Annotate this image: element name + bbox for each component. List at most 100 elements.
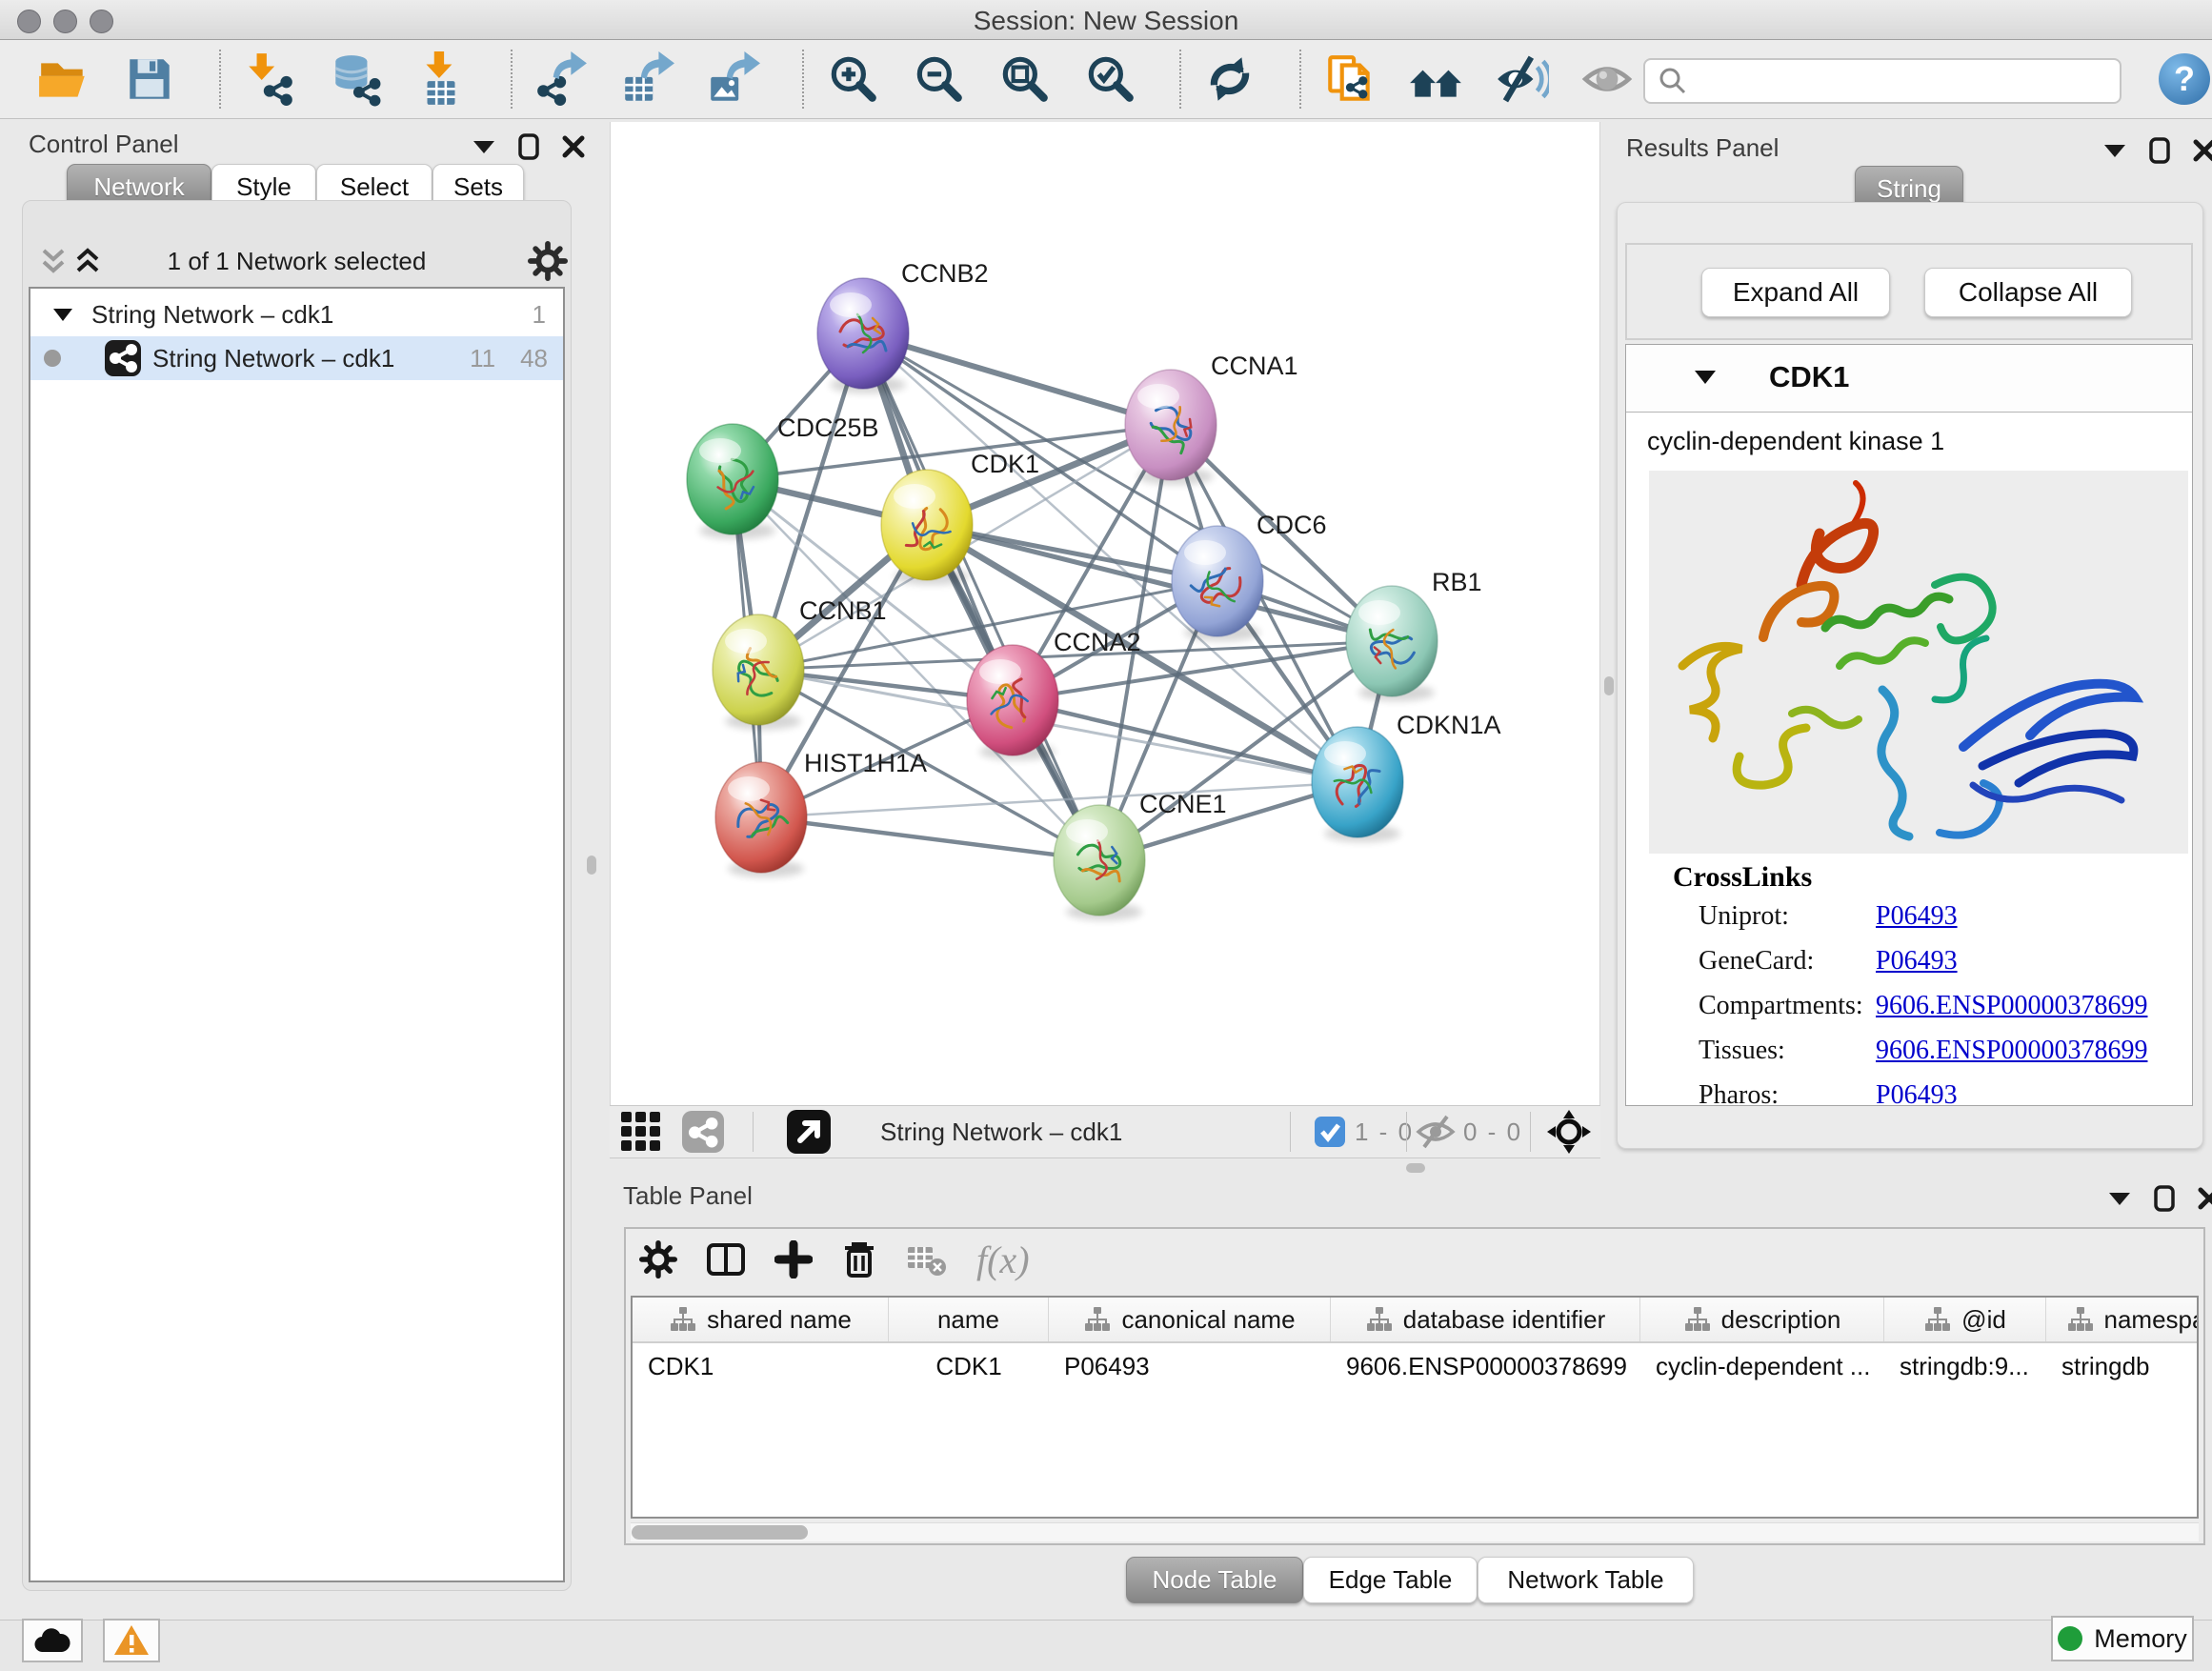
network-edge-HIST1H1A-CCNE1[interactable]: [761, 817, 1099, 860]
folder-open-icon[interactable]: [36, 51, 91, 107]
scrollbar-thumb[interactable]: [632, 1525, 808, 1540]
memory-label: Memory: [2094, 1624, 2187, 1654]
import-table-icon[interactable]: [413, 51, 469, 107]
column-header-name[interactable]: name: [889, 1298, 1049, 1341]
column-header--id[interactable]: @id: [1884, 1298, 2046, 1341]
zoom-out-icon[interactable]: [911, 51, 966, 107]
network-node-CCNE1[interactable]: CCNE1: [1054, 790, 1227, 920]
network-edge-CCNB2-CCNA1[interactable]: [863, 333, 1171, 425]
table-settings-gear-icon[interactable]: [639, 1240, 677, 1278]
control-panel-window-icon[interactable]: [517, 133, 540, 160]
network-share-icon[interactable]: [682, 1106, 724, 1158]
column-header-namespac[interactable]: namespac: [2046, 1298, 2199, 1341]
table-panel-float-icon[interactable]: [2107, 1189, 2132, 1208]
table-row[interactable]: CDK1CDK1P064939606.ENSP00000378699cyclin…: [633, 1343, 2197, 1389]
hide-results-icon[interactable]: [1494, 51, 1549, 107]
warnings-button[interactable]: [103, 1619, 160, 1662]
table-toolbar: f(x): [639, 1237, 1030, 1282]
help-glyph: ?: [2174, 59, 2195, 99]
home-icon[interactable]: [1408, 51, 1463, 107]
selected-checkbox-icon[interactable]: [1315, 1106, 1345, 1158]
table-panel-window-icon[interactable]: [2153, 1185, 2176, 1212]
network-node-CCNB1[interactable]: CCNB1: [713, 596, 887, 730]
results-panel-window-icon[interactable]: [2148, 137, 2171, 164]
toolbar-divider: [1179, 50, 1181, 109]
help-button[interactable]: ?: [2159, 53, 2210, 105]
crosslink-value-link[interactable]: 9606.ENSP00000378699: [1876, 991, 2147, 1021]
left-splitter-handle[interactable]: [587, 856, 596, 875]
column-header-database-identifier[interactable]: database identifier: [1331, 1298, 1640, 1341]
search-box[interactable]: [1643, 58, 2122, 104]
column-header-description[interactable]: description: [1640, 1298, 1884, 1341]
collection-count: 1: [533, 300, 546, 330]
network-node-CDKN1A[interactable]: CDKN1A: [1312, 711, 1501, 842]
network-node-CDC6[interactable]: CDC6: [1172, 511, 1327, 641]
hidden-counts: 0 - 0: [1463, 1106, 1522, 1158]
node-label-CDC6: CDC6: [1257, 511, 1327, 539]
birdseye-grid-icon[interactable]: [621, 1106, 661, 1158]
column-header-canonical-name[interactable]: canonical name: [1049, 1298, 1331, 1341]
results-panel-close-icon[interactable]: [2192, 138, 2212, 163]
table-panel-close-icon[interactable]: [2197, 1186, 2212, 1211]
network-column-icon: [1683, 1307, 1712, 1332]
memory-button[interactable]: Memory: [2051, 1616, 2194, 1661]
tab-node-table[interactable]: Node Table: [1126, 1557, 1303, 1603]
results-panel-title: Results Panel: [1626, 133, 1779, 163]
results-panel-float-icon[interactable]: [2102, 141, 2127, 160]
cloud-status-button[interactable]: [22, 1619, 83, 1662]
network-tree: String Network – cdk1 1 String Network –…: [29, 287, 565, 1582]
network-view-canvas[interactable]: CCNB2 CCNA1 CDC25B: [610, 122, 1600, 1105]
crosslink-value-link[interactable]: 9606.ENSP00000378699: [1876, 1036, 2147, 1066]
export-image-icon[interactable]: [705, 51, 760, 107]
tree-caret-icon[interactable]: [51, 305, 74, 324]
results-button-strip: Expand All Collapse All: [1625, 243, 2193, 340]
network-tree-child-row[interactable]: String Network – cdk1 11 48: [30, 336, 563, 380]
delete-column-trash-icon[interactable]: [841, 1239, 877, 1279]
zoom-fit-icon[interactable]: [996, 51, 1052, 107]
collapse-all-button[interactable]: Collapse All: [1924, 268, 2132, 317]
network-list-box: 1 of 1 Network selected String Network –…: [22, 200, 572, 1591]
gene-entry-header[interactable]: CDK1: [1626, 345, 2192, 413]
hidden-eye-slash-icon[interactable]: [1416, 1106, 1456, 1158]
network-node-CCNB2[interactable]: CCNB2: [817, 259, 989, 393]
save-icon[interactable]: [122, 51, 177, 107]
tab-edge-table[interactable]: Edge Table: [1303, 1557, 1478, 1603]
refresh-icon[interactable]: [1202, 51, 1257, 107]
table-tabs: Node TableEdge TableNetwork Table: [1126, 1557, 1694, 1603]
zoom-in-icon[interactable]: [825, 51, 880, 107]
fit-move-icon[interactable]: [1547, 1106, 1591, 1158]
right-splitter-handle[interactable]: [1604, 676, 1614, 695]
bottom-splitter-handle[interactable]: [1406, 1163, 1425, 1173]
function-builder-icon: f(x): [976, 1238, 1030, 1282]
network-tree-root-row[interactable]: String Network – cdk1 1: [30, 292, 563, 336]
column-header-shared-name[interactable]: shared name: [633, 1298, 889, 1341]
network-edge-CCNA2-CDKN1A[interactable]: [1013, 700, 1357, 782]
split-columns-icon[interactable]: [706, 1240, 746, 1278]
expand-all-button[interactable]: Expand All: [1701, 268, 1890, 317]
import-database-icon[interactable]: [328, 51, 383, 107]
search-icon: [1657, 65, 1689, 97]
network-collection-label: String Network – cdk1: [91, 300, 333, 330]
gene-symbol: CDK1: [1769, 360, 1849, 394]
control-panel-float-icon[interactable]: [472, 137, 496, 156]
crosslink-row: Tissues: 9606.ENSP00000378699: [1626, 1036, 2192, 1080]
tab-network-table[interactable]: Network Table: [1478, 1557, 1694, 1603]
control-panel-close-icon[interactable]: [561, 134, 586, 159]
crosslink-value-link[interactable]: P06493: [1876, 946, 1958, 976]
add-column-icon[interactable]: [774, 1240, 813, 1278]
network-options-gear-icon[interactable]: [528, 241, 568, 281]
table-horizontal-scrollbar[interactable]: [631, 1522, 2199, 1541]
zoom-selected-icon[interactable]: [1082, 51, 1137, 107]
crosslink-value-link[interactable]: P06493: [1876, 1080, 1958, 1106]
search-input[interactable]: [1697, 66, 2120, 97]
network-node-RB1[interactable]: RB1: [1346, 568, 1482, 701]
show-results-icon[interactable]: [1579, 51, 1635, 107]
export-table-icon[interactable]: [619, 51, 674, 107]
import-network-icon[interactable]: [242, 51, 297, 107]
export-network-icon[interactable]: [533, 51, 589, 107]
export-view-icon[interactable]: [787, 1106, 831, 1158]
string-import-icon[interactable]: [1322, 51, 1377, 107]
entry-caret-icon[interactable]: [1693, 368, 1718, 387]
crosslink-value-link[interactable]: P06493: [1876, 901, 1958, 932]
network-edge-CCNB2-CCNE1[interactable]: [863, 333, 1099, 860]
